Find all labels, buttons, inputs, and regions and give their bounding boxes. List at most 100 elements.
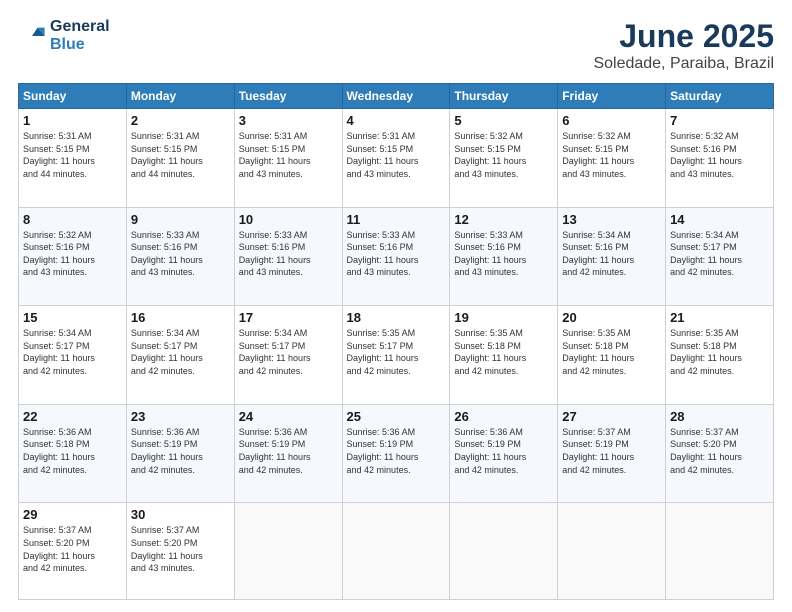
day-info: Sunrise: 5:31 AMSunset: 5:15 PMDaylight:… (347, 130, 446, 180)
day-number: 5 (454, 113, 553, 128)
day-info: Sunrise: 5:36 AMSunset: 5:19 PMDaylight:… (347, 426, 446, 476)
day-number: 7 (670, 113, 769, 128)
logo-text: General Blue (50, 18, 110, 54)
table-row (234, 503, 342, 600)
day-info: Sunrise: 5:33 AMSunset: 5:16 PMDaylight:… (131, 229, 230, 279)
day-info: Sunrise: 5:35 AMSunset: 5:18 PMDaylight:… (670, 327, 769, 377)
day-number: 16 (131, 310, 230, 325)
day-info: Sunrise: 5:31 AMSunset: 5:15 PMDaylight:… (239, 130, 338, 180)
table-row: 3Sunrise: 5:31 AMSunset: 5:15 PMDaylight… (234, 109, 342, 208)
table-row: 18 Sunrise: 5:35 AMSunset: 5:17 PMDayligh… (342, 306, 450, 405)
day-info: Sunrise: 5:34 AMSunset: 5:17 PMDaylight:… (23, 327, 122, 377)
table-row: 2 Sunrise: 5:31 AMSunset: 5:15 PMDaylight… (126, 109, 234, 208)
logo-general: General (50, 18, 110, 36)
day-info: Sunrise: 5:33 AMSunset: 5:16 PMDaylight:… (347, 229, 446, 279)
day-number: 19 (454, 310, 553, 325)
table-row: 4 Sunrise: 5:31 AMSunset: 5:15 PMDaylight… (342, 109, 450, 208)
subtitle: Soledade, Paraiba, Brazil (593, 55, 774, 73)
table-row: 16 Sunrise: 5:34 AMSunset: 5:17 PMDayligh… (126, 306, 234, 405)
day-info: Sunrise: 5:33 AMSunset: 5:16 PMDaylight:… (239, 229, 338, 279)
table-row: 13 Sunrise: 5:34 AMSunset: 5:16 PMDayligh… (558, 207, 666, 306)
table-row: 24 Sunrise: 5:36 AMSunset: 5:19 PMDayligh… (234, 404, 342, 503)
day-info: Sunrise: 5:31 AMSunset: 5:15 PMDaylight:… (131, 130, 230, 180)
page: General Blue June 2025 Soledade, Paraiba… (0, 0, 792, 612)
day-info: Sunrise: 5:33 AMSunset: 5:16 PMDaylight:… (454, 229, 553, 279)
day-number: 22 (23, 409, 122, 424)
day-number: 26 (454, 409, 553, 424)
logo-icon (18, 22, 46, 50)
table-row (342, 503, 450, 600)
day-info: Sunrise: 5:36 AMSunset: 5:19 PMDaylight:… (131, 426, 230, 476)
table-row (450, 503, 558, 600)
day-number: 20 (562, 310, 661, 325)
table-row: 7 Sunrise: 5:32 AMSunset: 5:16 PMDaylight… (666, 109, 774, 208)
day-info: Sunrise: 5:34 AMSunset: 5:17 PMDaylight:… (131, 327, 230, 377)
day-info: Sunrise: 5:37 AMSunset: 5:19 PMDaylight:… (562, 426, 661, 476)
day-info: Sunrise: 5:34 AMSunset: 5:16 PMDaylight:… (562, 229, 661, 279)
table-row: 8Sunrise: 5:32 AMSunset: 5:16 PMDaylight… (19, 207, 127, 306)
day-number: 15 (23, 310, 122, 325)
col-wednesday: Wednesday (342, 84, 450, 109)
day-number: 11 (347, 212, 446, 227)
table-row: 11 Sunrise: 5:33 AMSunset: 5:16 PMDayligh… (342, 207, 450, 306)
day-info: Sunrise: 5:37 AMSunset: 5:20 PMDaylight:… (23, 524, 122, 574)
col-friday: Friday (558, 84, 666, 109)
table-row: 10 Sunrise: 5:33 AMSunset: 5:16 PMDayligh… (234, 207, 342, 306)
main-title: June 2025 (593, 18, 774, 55)
col-sunday: Sunday (19, 84, 127, 109)
day-info: Sunrise: 5:32 AMSunset: 5:16 PMDaylight:… (670, 130, 769, 180)
table-row: 5Sunrise: 5:32 AMSunset: 5:15 PMDaylight… (450, 109, 558, 208)
day-info: Sunrise: 5:31 AMSunset: 5:15 PMDaylight:… (23, 130, 122, 180)
day-number: 23 (131, 409, 230, 424)
day-number: 13 (562, 212, 661, 227)
table-row: 28Sunrise: 5:37 AMSunset: 5:20 PMDayligh… (666, 404, 774, 503)
day-number: 17 (239, 310, 338, 325)
table-row: 21 Sunrise: 5:35 AMSunset: 5:18 PMDayligh… (666, 306, 774, 405)
day-number: 2 (131, 113, 230, 128)
header: General Blue June 2025 Soledade, Paraiba… (18, 18, 774, 73)
day-number: 10 (239, 212, 338, 227)
day-info: Sunrise: 5:35 AMSunset: 5:17 PMDaylight:… (347, 327, 446, 377)
day-number: 25 (347, 409, 446, 424)
day-info: Sunrise: 5:37 AMSunset: 5:20 PMDaylight:… (131, 524, 230, 574)
day-number: 21 (670, 310, 769, 325)
table-row (558, 503, 666, 600)
day-number: 18 (347, 310, 446, 325)
table-row: 26 Sunrise: 5:36 AMSunset: 5:19 PMDayligh… (450, 404, 558, 503)
day-info: Sunrise: 5:36 AMSunset: 5:19 PMDaylight:… (239, 426, 338, 476)
table-row: 1 Sunrise: 5:31 AMSunset: 5:15 PMDaylight… (19, 109, 127, 208)
day-info: Sunrise: 5:35 AMSunset: 5:18 PMDaylight:… (454, 327, 553, 377)
logo: General Blue (18, 18, 110, 54)
table-row: 14 Sunrise: 5:34 AMSunset: 5:17 PMDayligh… (666, 207, 774, 306)
col-tuesday: Tuesday (234, 84, 342, 109)
day-info: Sunrise: 5:34 AMSunset: 5:17 PMDaylight:… (670, 229, 769, 279)
table-row: 17Sunrise: 5:34 AMSunset: 5:17 PMDayligh… (234, 306, 342, 405)
col-thursday: Thursday (450, 84, 558, 109)
table-row: 22 Sunrise: 5:36 AMSunset: 5:18 PMDayligh… (19, 404, 127, 503)
table-row: 19 Sunrise: 5:35 AMSunset: 5:18 PMDayligh… (450, 306, 558, 405)
table-row: 25 Sunrise: 5:36 AMSunset: 5:19 PMDayligh… (342, 404, 450, 503)
day-number: 29 (23, 507, 122, 522)
table-row: 6 Sunrise: 5:32 AMSunset: 5:15 PMDaylight… (558, 109, 666, 208)
table-row: 30 Sunrise: 5:37 AMSunset: 5:20 PMDayligh… (126, 503, 234, 600)
day-number: 24 (239, 409, 338, 424)
table-row: 9 Sunrise: 5:33 AMSunset: 5:16 PMDaylight… (126, 207, 234, 306)
day-number: 27 (562, 409, 661, 424)
day-info: Sunrise: 5:36 AMSunset: 5:19 PMDaylight:… (454, 426, 553, 476)
logo-blue: Blue (50, 36, 110, 54)
calendar-header-row: Sunday Monday Tuesday Wednesday Thursday… (19, 84, 774, 109)
col-saturday: Saturday (666, 84, 774, 109)
day-number: 30 (131, 507, 230, 522)
col-monday: Monday (126, 84, 234, 109)
day-number: 1 (23, 113, 122, 128)
table-row: 29 Sunrise: 5:37 AMSunset: 5:20 PMDayligh… (19, 503, 127, 600)
day-info: Sunrise: 5:36 AMSunset: 5:18 PMDaylight:… (23, 426, 122, 476)
day-number: 4 (347, 113, 446, 128)
day-number: 14 (670, 212, 769, 227)
day-number: 9 (131, 212, 230, 227)
day-info: Sunrise: 5:32 AMSunset: 5:15 PMDaylight:… (562, 130, 661, 180)
day-number: 6 (562, 113, 661, 128)
table-row: 12Sunrise: 5:33 AMSunset: 5:16 PMDayligh… (450, 207, 558, 306)
table-row: 27 Sunrise: 5:37 AMSunset: 5:19 PMDayligh… (558, 404, 666, 503)
day-info: Sunrise: 5:35 AMSunset: 5:18 PMDaylight:… (562, 327, 661, 377)
